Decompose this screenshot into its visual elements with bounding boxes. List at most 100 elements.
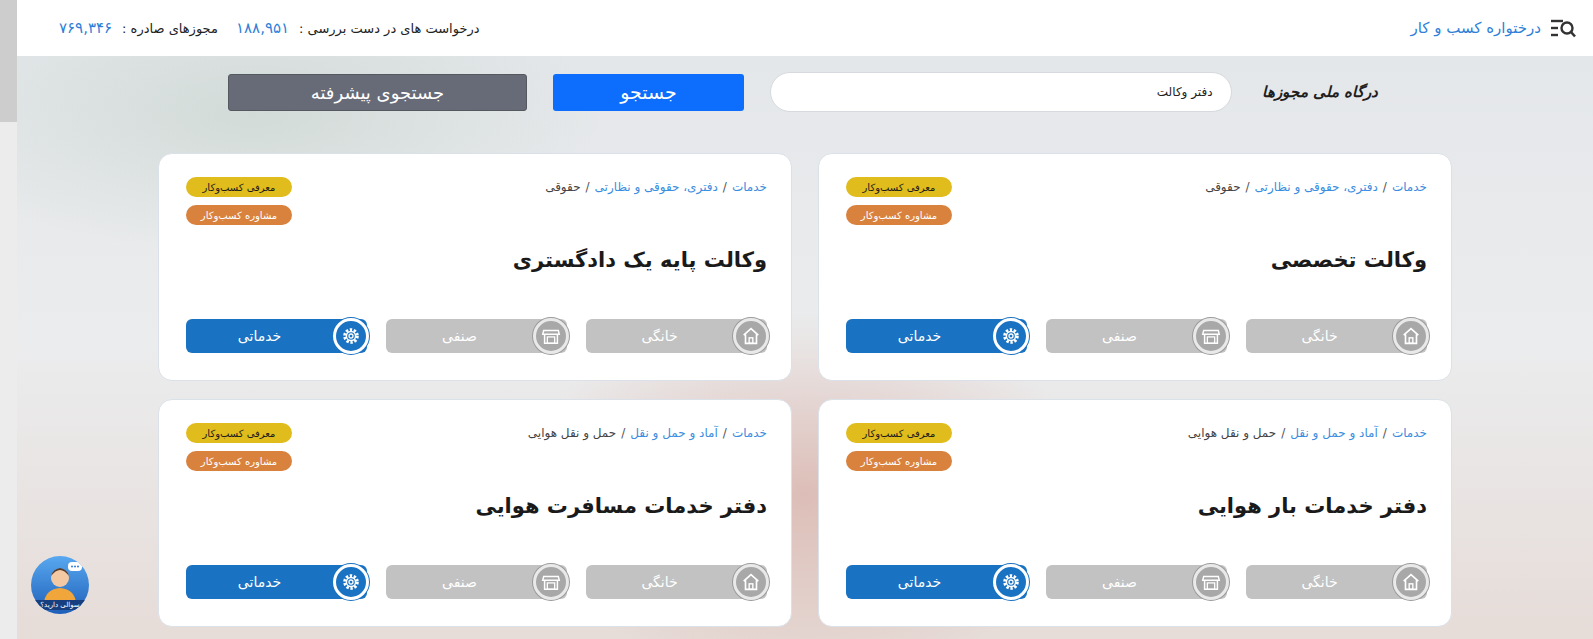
gear-icon <box>340 325 362 347</box>
card-header: خدمات/دفتری، حقوقی و نظارتی/حقوقی معرفی ک… <box>186 177 767 225</box>
breadcrumb: خدمات/دفتری، حقوقی و نظارتی/حقوقی <box>1205 177 1427 194</box>
type-pill[interactable]: صنفی <box>386 319 567 353</box>
house-icon <box>740 325 762 347</box>
house-icon <box>740 571 762 593</box>
pill-icon-circle <box>533 564 569 600</box>
scrollbar[interactable] <box>0 0 17 639</box>
breadcrumb-item[interactable]: دفتری، حقوقی و نظارتی <box>1255 180 1378 194</box>
gear-icon <box>340 571 362 593</box>
badge[interactable]: معرفی کسب‌وکار <box>186 177 292 197</box>
stats: درخواست های در دست بررسی :۱۸۸,۹۵۱مجوزهای… <box>51 19 480 37</box>
type-pill[interactable]: خدماتی <box>846 565 1027 599</box>
badge[interactable]: مشاوره کسب‌وکار <box>846 451 952 471</box>
type-pill[interactable]: صنفی <box>1046 565 1227 599</box>
breadcrumb-separator: / <box>1383 426 1387 440</box>
shop-icon <box>1200 325 1222 347</box>
permit-card[interactable]: خدمات/دفتری، حقوقی و نظارتی/حقوقیمعرفی ک… <box>818 153 1452 381</box>
badge[interactable]: معرفی کسب‌وکار <box>186 423 292 443</box>
pill-label: خانگی <box>586 570 733 594</box>
advanced-search-button[interactable]: جستجوی پیشرفته <box>228 74 527 111</box>
scrollbar-thumb[interactable] <box>0 0 17 122</box>
page: درختواره کسب و کار درخواست های در دست برر… <box>0 0 1593 639</box>
pill-icon-circle <box>993 564 1029 600</box>
type-pill[interactable]: صنفی <box>386 565 567 599</box>
breadcrumb-item: حقوقی <box>545 180 580 194</box>
search-button[interactable]: جستجو <box>553 74 744 111</box>
stat-value: ۷۶۹,۳۴۶ <box>59 19 112 37</box>
breadcrumb: خدمات / آماد و حمل و نقل / حمل و نقل هوایی <box>1188 423 1427 440</box>
badge[interactable]: مشاوره کسب‌وکار <box>186 451 292 471</box>
breadcrumb-item: حمل و نقل هوایی <box>1188 426 1276 440</box>
breadcrumb-item[interactable]: دفتری، حقوقی و نظارتی <box>595 180 718 194</box>
breadcrumb-item[interactable]: خدمات <box>732 426 767 440</box>
permit-card[interactable]: خدمات / آماد و حمل و نقل / حمل و نقل هوایی مع… <box>818 399 1452 627</box>
card-title[interactable]: دفتر خدمات مسافرت هوایی <box>186 491 767 521</box>
breadcrumb-item[interactable]: خدمات <box>732 180 767 194</box>
main: درختواره کسب و کار درخواست های در دست برر… <box>17 0 1593 639</box>
pill-label: خدماتی <box>186 324 333 348</box>
type-pill[interactable]: خدماتی <box>846 319 1027 353</box>
permit-card[interactable]: خدمات/دفتری، حقوقی و نظارتی/حقوقی معرفی ک… <box>158 153 792 381</box>
breadcrumb-separator: / <box>1281 426 1285 440</box>
top-bar: درختواره کسب و کار درخواست های در دست برر… <box>17 0 1593 56</box>
type-pill[interactable]: خدماتی <box>186 319 367 353</box>
badge[interactable]: مشاوره کسب‌وکار <box>846 205 952 225</box>
breadcrumb-separator: / <box>1246 180 1250 194</box>
business-tree-link[interactable]: درختواره کسب و کار <box>1411 17 1578 39</box>
shop-icon <box>540 571 562 593</box>
pill-icon-circle <box>533 318 569 354</box>
gear-icon <box>1000 571 1022 593</box>
breadcrumb-item: حقوقی <box>1205 180 1240 194</box>
shop-icon <box>540 325 562 347</box>
badge[interactable]: مشاوره کسب‌وکار <box>186 205 292 225</box>
pill-icon-circle <box>333 318 369 354</box>
pill-label: خانگی <box>586 324 733 348</box>
card-header: خدمات / آماد و حمل و نقل / حمل و نقل هوایی مع… <box>846 423 1427 471</box>
pill-icon-circle <box>1193 564 1229 600</box>
card-title[interactable]: وکالت تخصصی <box>846 245 1427 275</box>
type-pill[interactable]: خانگی <box>1246 565 1427 599</box>
badges: معرفی کسب‌وکار مشاوره کسب‌وکار <box>186 177 292 225</box>
badge[interactable]: معرفی کسب‌وکار <box>846 423 952 443</box>
pill-label: خانگی <box>1246 324 1393 348</box>
breadcrumb-item[interactable]: آماد و حمل و نقل <box>630 426 718 440</box>
breadcrumb-item: حمل و نقل هوایی <box>528 426 616 440</box>
pill-icon-circle <box>733 318 769 354</box>
pill-icon-circle <box>1393 318 1429 354</box>
help-label: سوالی دارید؟ <box>31 600 89 610</box>
type-pill[interactable]: خانگی <box>586 319 767 353</box>
search-row: درگاه ملی مجوزها جستجو جستجوی پیشرفته <box>17 72 1593 112</box>
card-title[interactable]: دفتر خدمات بار هوایی <box>846 491 1427 521</box>
breadcrumb-item[interactable]: خدمات <box>1392 180 1427 194</box>
breadcrumb-separator: / <box>621 426 625 440</box>
house-icon <box>1400 325 1422 347</box>
stat-label: مجوزهای صادره : <box>122 21 218 36</box>
pill-label: خدماتی <box>846 570 993 594</box>
house-icon <box>1400 571 1422 593</box>
pill-label: صنفی <box>386 324 533 348</box>
type-pills: خانگی صنفی خدماتی <box>186 319 767 353</box>
shop-icon <box>1200 571 1222 593</box>
pill-icon-circle <box>1193 318 1229 354</box>
card-title[interactable]: وکالت پایه یک دادگستری <box>186 245 767 275</box>
pill-icon-circle <box>333 564 369 600</box>
content-area: درگاه ملی مجوزها جستجو جستجوی پیشرفته خدمات… <box>17 56 1593 639</box>
breadcrumb: خدمات/دفتری، حقوقی و نظارتی/حقوقی <box>545 177 767 194</box>
permit-card[interactable]: خدمات/آماد و حمل و نقل/حمل و نقل هواییمع… <box>158 399 792 627</box>
search-input[interactable] <box>770 72 1232 112</box>
badges: معرفی کسب‌وکار مشاوره کسب‌وکار <box>186 423 292 471</box>
logo[interactable]: درگاه ملی مجوزها <box>1258 83 1382 101</box>
pill-label: خدماتی <box>846 324 993 348</box>
badge[interactable]: معرفی کسب‌وکار <box>846 177 952 197</box>
type-pill[interactable]: خانگی <box>1246 319 1427 353</box>
type-pill[interactable]: صنفی <box>1046 319 1227 353</box>
help-chat-button[interactable]: سوالی دارید؟ <box>31 556 89 614</box>
pill-label: صنفی <box>386 570 533 594</box>
type-pill[interactable]: خدماتی <box>186 565 367 599</box>
card-header: خدمات/آماد و حمل و نقل/حمل و نقل هواییمع… <box>186 423 767 471</box>
type-pill[interactable]: خانگی <box>586 565 767 599</box>
breadcrumb-item[interactable]: آماد و حمل و نقل <box>1290 426 1378 440</box>
pill-label: خدماتی <box>186 570 333 594</box>
breadcrumb-item[interactable]: خدمات <box>1392 426 1427 440</box>
list-search-icon <box>1549 17 1577 39</box>
